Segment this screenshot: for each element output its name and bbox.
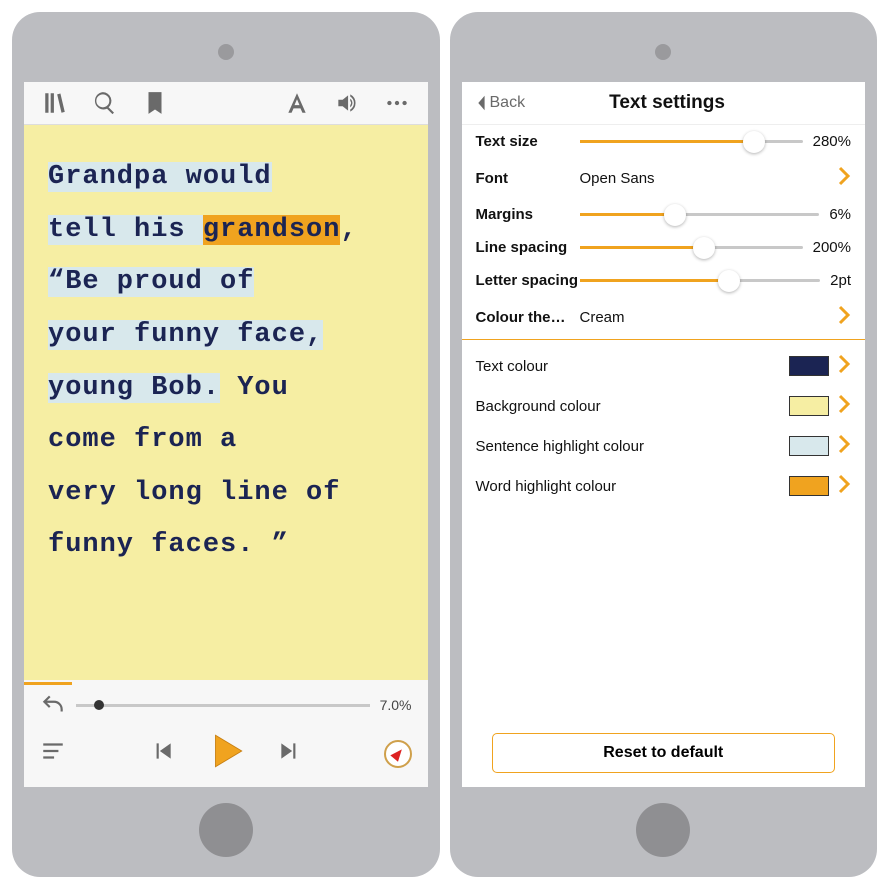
value-line-spacing: 200% — [813, 239, 851, 256]
row-colour-theme[interactable]: Colour the… Cream — [462, 297, 866, 337]
text: come from a — [48, 425, 237, 455]
word-highlight: grandson — [203, 215, 341, 245]
slider-letter-spacing[interactable] — [580, 279, 821, 282]
row-letter-spacing: Letter spacing 2pt — [462, 264, 866, 297]
sentence-highlight: tell his — [48, 215, 203, 245]
value-text-size: 280% — [813, 133, 851, 150]
value-margins: 6% — [829, 206, 851, 223]
value-colour-theme: Cream — [580, 309, 830, 326]
text: You — [220, 373, 289, 403]
slider-line-spacing[interactable] — [580, 246, 803, 249]
swatch-background-colour — [789, 396, 829, 416]
next-button[interactable] — [277, 738, 303, 769]
row-background-colour[interactable]: Background colour — [462, 386, 866, 426]
label-word-hl: Word highlight colour — [476, 478, 790, 495]
row-margins: Margins 6% — [462, 198, 866, 231]
label-sentence-hl: Sentence highlight colour — [476, 438, 790, 455]
reader-screen: Grandpa would tell his grandson, “Be pro… — [24, 82, 428, 787]
chevron-right-icon — [837, 434, 851, 458]
more-icon[interactable] — [384, 90, 410, 116]
label-letter-spacing: Letter spacing — [476, 272, 580, 289]
speaker-icon[interactable] — [334, 90, 360, 116]
page-progress — [24, 680, 428, 686]
compass-icon[interactable] — [384, 740, 412, 768]
sentence-highlight: your funny face, — [48, 320, 323, 350]
label-background-colour: Background colour — [476, 398, 790, 415]
text: , — [340, 215, 357, 245]
slider-text-size[interactable] — [580, 140, 803, 143]
value-font: Open Sans — [580, 170, 830, 187]
play-button[interactable] — [205, 730, 247, 777]
text: very long line of — [48, 478, 340, 508]
swatch-word-hl — [789, 476, 829, 496]
device-reader: Grandpa would tell his grandson, “Be pro… — [12, 12, 440, 877]
settings-list: Text size 280% Font Open Sans Margins 6% — [462, 125, 866, 787]
device-home-button[interactable] — [636, 803, 690, 857]
label-font: Font — [476, 170, 580, 187]
text: funny faces. ” — [48, 530, 289, 560]
progress-percent: 7.0% — [380, 697, 412, 713]
reader-toolbar — [24, 82, 428, 125]
row-font[interactable]: Font Open Sans — [462, 158, 866, 198]
reset-label: Reset to default — [603, 744, 723, 761]
swatch-sentence-hl — [789, 436, 829, 456]
device-settings: Back Text settings Text size 280% Font O… — [450, 12, 878, 877]
chevron-right-icon — [837, 474, 851, 498]
label-text-size: Text size — [476, 133, 580, 150]
bookmark-icon[interactable] — [142, 90, 168, 116]
sentence-highlight: young Bob. — [48, 373, 220, 403]
chevron-right-icon — [837, 354, 851, 378]
scrub-bar: 7.0% — [24, 686, 428, 724]
row-line-spacing: Line spacing 200% — [462, 231, 866, 264]
device-camera-dot — [655, 44, 671, 60]
prev-button[interactable] — [149, 738, 175, 769]
reading-area[interactable]: Grandpa would tell his grandson, “Be pro… — [24, 125, 428, 680]
device-home-button[interactable] — [199, 803, 253, 857]
scrub-slider[interactable] — [76, 704, 370, 707]
playback-controls — [24, 724, 428, 787]
settings-screen: Back Text settings Text size 280% Font O… — [462, 82, 866, 787]
sentence-highlight: Grandpa would — [48, 162, 272, 192]
page-title: Text settings — [481, 92, 853, 114]
label-text-colour: Text colour — [476, 358, 790, 375]
sentence-highlight: “Be proud of — [48, 267, 254, 297]
settings-nav: Back Text settings — [462, 82, 866, 125]
toc-icon[interactable] — [40, 738, 66, 769]
divider — [462, 339, 866, 340]
search-icon[interactable] — [92, 90, 118, 116]
row-text-colour[interactable]: Text colour — [462, 346, 866, 386]
swatch-text-colour — [789, 356, 829, 376]
row-sentence-hl[interactable]: Sentence highlight colour — [462, 426, 866, 466]
row-word-hl[interactable]: Word highlight colour — [462, 466, 866, 506]
chevron-right-icon — [837, 305, 851, 329]
slider-margins[interactable] — [580, 213, 820, 216]
chevron-right-icon — [837, 166, 851, 190]
device-camera-dot — [218, 44, 234, 60]
label-margins: Margins — [476, 206, 580, 223]
undo-icon[interactable] — [40, 692, 66, 718]
label-colour-theme: Colour the… — [476, 309, 580, 326]
scrub-knob[interactable] — [94, 700, 104, 710]
value-letter-spacing: 2pt — [830, 272, 851, 289]
reset-button[interactable]: Reset to default — [492, 733, 836, 773]
row-text-size: Text size 280% — [462, 125, 866, 158]
label-line-spacing: Line spacing — [476, 239, 580, 256]
font-icon[interactable] — [284, 90, 310, 116]
library-icon[interactable] — [42, 90, 68, 116]
chevron-right-icon — [837, 394, 851, 418]
